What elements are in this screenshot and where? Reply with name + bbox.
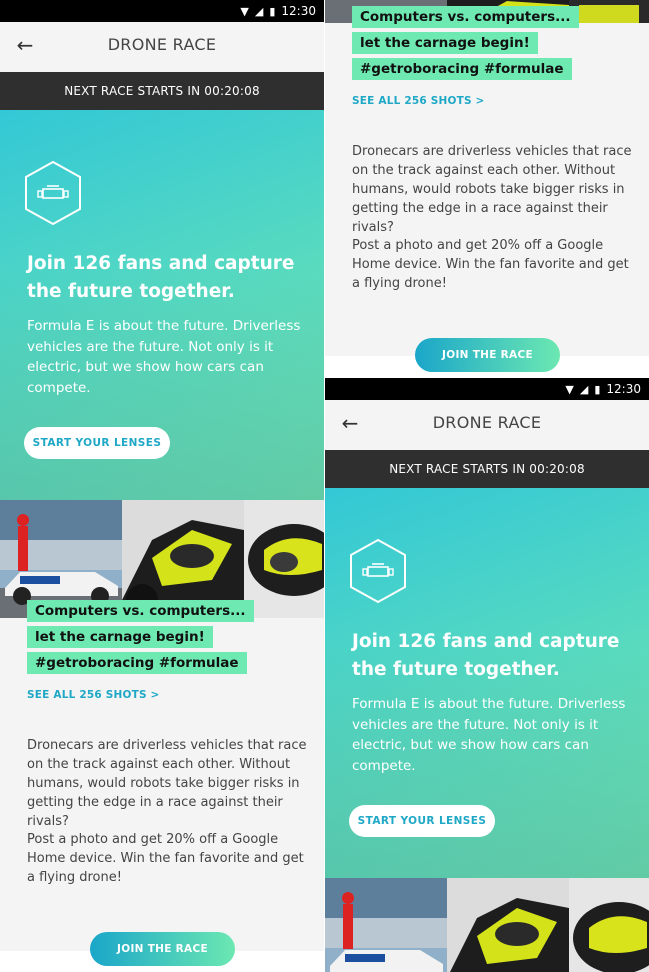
wifi-icon: ▼ — [565, 382, 574, 396]
page-title: DRONE RACE — [432, 413, 542, 432]
see-all-shots-link[interactable]: SEE ALL 256 SHOTS > — [27, 689, 160, 701]
signal-icon: ◢ — [254, 4, 264, 18]
status-bar: ▼ ◢ ▮ 12:30 — [0, 0, 324, 22]
page-title: DRONE RACE — [107, 35, 217, 54]
race-car-hexagon-icon — [25, 160, 81, 226]
photo-driver[interactable] — [325, 878, 447, 972]
countdown-banner: NEXT RACE STARTS IN 00:20:08 — [325, 450, 649, 488]
right-bottom-screen: ▼ ◢ ▮ 12:30 ← DRONE RACE NEXT RACE START… — [325, 378, 649, 972]
tag-line: Computers vs. computers... — [352, 6, 579, 28]
photo-strip — [325, 878, 649, 972]
app-bar: ← DRONE RACE — [0, 22, 324, 73]
tag-line: let the carnage begin! — [27, 626, 213, 648]
status-bar: ▼ ◢ ▮ 12:30 — [325, 378, 649, 400]
panel-divider — [324, 0, 325, 972]
description-paragraph: Dronecars are driverless vehicles that r… — [352, 144, 632, 235]
offer-paragraph: Post a photo and get 20% off a Google Ho… — [27, 832, 304, 885]
hero-headline: Join 126 fans and capture the future tog… — [352, 631, 620, 680]
description-paragraph: Dronecars are driverless vehicles that r… — [27, 738, 307, 829]
join-race-button[interactable]: JOIN THE RACE — [90, 932, 235, 966]
app-bar: ← DRONE RACE — [325, 400, 649, 451]
photo-robocar-front[interactable] — [244, 500, 324, 618]
see-all-shots-link[interactable]: SEE ALL 256 SHOTS > — [352, 95, 485, 107]
hero-section: Join 126 fans and capture the future tog… — [325, 488, 649, 878]
join-race-button[interactable]: JOIN THE RACE — [415, 338, 560, 372]
countdown-banner: NEXT RACE STARTS IN 00:20:08 — [0, 72, 324, 110]
tag-overlay: Computers vs. computers... let the carna… — [352, 6, 579, 84]
tag-line: Computers vs. computers... — [27, 600, 254, 622]
tag-line: let the carnage begin! — [352, 32, 538, 54]
start-lenses-button[interactable]: START YOUR LENSES — [24, 427, 170, 459]
tag-line: #getroboracing #formulae — [27, 652, 247, 674]
photo-robocar-front[interactable] — [569, 0, 649, 23]
hero-headline: Join 126 fans and capture the future tog… — [27, 253, 295, 302]
photo-robocar[interactable] — [447, 878, 569, 972]
hero-body: Formula E is about the future. Driverles… — [352, 696, 626, 774]
status-time: 12:30 — [606, 382, 641, 396]
wifi-icon: ▼ — [240, 4, 249, 18]
race-car-hexagon-icon — [350, 538, 406, 604]
offer-paragraph: Post a photo and get 20% off a Google Ho… — [352, 238, 629, 291]
hero-body: Formula E is about the future. Driverles… — [27, 318, 301, 396]
right-top-screen: Computers vs. computers... let the carna… — [325, 0, 649, 378]
tag-line: #getroboracing #formulae — [352, 58, 572, 80]
battery-icon: ▮ — [269, 4, 276, 18]
status-time: 12:30 — [281, 4, 316, 18]
hero-section: Join 126 fans and capture the future tog… — [0, 110, 324, 500]
photo-robocar-front[interactable] — [569, 878, 649, 972]
left-screen: ▼ ◢ ▮ 12:30 ← DRONE RACE NEXT RACE START… — [0, 0, 324, 972]
signal-icon: ◢ — [579, 382, 589, 396]
battery-icon: ▮ — [594, 382, 601, 396]
start-lenses-button[interactable]: START YOUR LENSES — [349, 805, 495, 837]
tag-overlay: Computers vs. computers... let the carna… — [27, 600, 254, 678]
